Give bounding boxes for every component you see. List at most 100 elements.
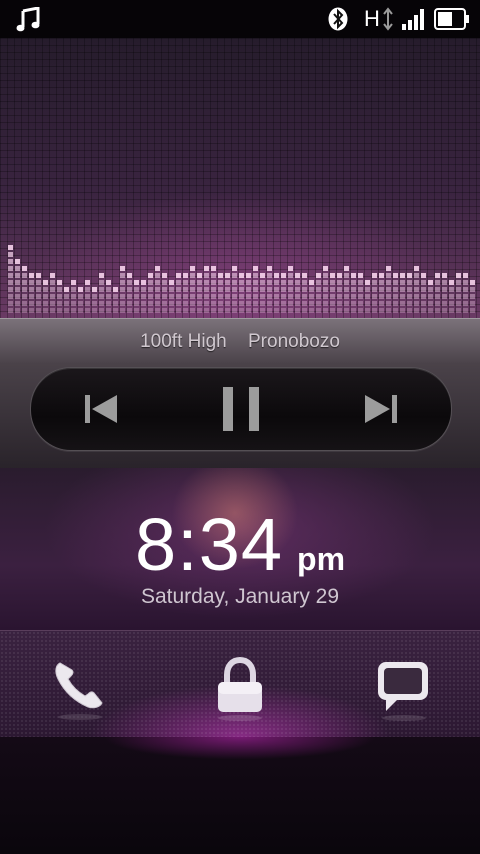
equalizer-dot xyxy=(50,273,55,278)
equalizer-dot xyxy=(8,252,13,257)
equalizer-dot xyxy=(239,294,244,299)
equalizer-dot xyxy=(323,280,328,285)
equalizer-dot xyxy=(239,301,244,306)
equalizer-dot xyxy=(435,301,440,306)
equalizer-dot xyxy=(169,301,174,306)
equalizer-dot xyxy=(421,294,426,299)
equalizer-dot xyxy=(281,301,286,306)
equalizer-dot xyxy=(197,308,202,313)
equalizer-dot xyxy=(400,294,405,299)
equalizer-dot xyxy=(211,294,216,299)
equalizer-dot xyxy=(71,301,76,306)
equalizer-dot xyxy=(134,308,139,313)
equalizer-dot xyxy=(295,294,300,299)
equalizer-dot xyxy=(267,266,272,271)
equalizer-dot xyxy=(218,287,223,292)
equalizer-dot xyxy=(337,301,342,306)
messaging-button[interactable] xyxy=(372,657,432,721)
equalizer-dot xyxy=(29,280,34,285)
equalizer-dot xyxy=(92,301,97,306)
equalizer-dot xyxy=(239,308,244,313)
equalizer-dot xyxy=(435,294,440,299)
pause-button[interactable] xyxy=(217,385,265,433)
equalizer-dot xyxy=(323,287,328,292)
equalizer-dot xyxy=(155,308,160,313)
equalizer-dot xyxy=(246,273,251,278)
next-track-button[interactable] xyxy=(357,385,405,433)
equalizer-dot xyxy=(190,266,195,271)
equalizer-dot xyxy=(176,287,181,292)
equalizer-dot xyxy=(253,280,258,285)
equalizer-dot xyxy=(232,294,237,299)
equalizer-dot xyxy=(155,287,160,292)
album-art-background xyxy=(0,38,480,318)
equalizer-dot xyxy=(29,308,34,313)
equalizer-dot xyxy=(316,301,321,306)
equalizer-dot xyxy=(169,308,174,313)
equalizer-dot xyxy=(337,287,342,292)
equalizer-dot xyxy=(15,259,20,264)
equalizer-dot xyxy=(330,301,335,306)
equalizer-dot xyxy=(57,294,62,299)
equalizer-dot xyxy=(414,273,419,278)
equalizer-dot xyxy=(162,308,167,313)
equalizer-dot xyxy=(267,301,272,306)
equalizer-dot xyxy=(253,308,258,313)
equalizer-dot xyxy=(50,280,55,285)
equalizer-dot xyxy=(267,280,272,285)
equalizer-dot xyxy=(400,308,405,313)
equalizer-dot xyxy=(358,294,363,299)
equalizer-dot xyxy=(8,301,13,306)
equalizer-dot xyxy=(260,287,265,292)
equalizer-dot xyxy=(246,287,251,292)
clock-time: 8:34 xyxy=(134,503,284,586)
equalizer-dot xyxy=(351,273,356,278)
equalizer-dot xyxy=(288,287,293,292)
now-playing-info: 100ft High Pronobozo xyxy=(0,331,480,353)
equalizer-dot xyxy=(92,294,97,299)
equalizer-dot xyxy=(141,308,146,313)
equalizer-dot xyxy=(421,273,426,278)
phone-button[interactable] xyxy=(50,657,110,721)
equalizer-dot xyxy=(414,280,419,285)
equalizer-dot xyxy=(183,287,188,292)
equalizer-dot xyxy=(211,301,216,306)
equalizer-dot xyxy=(15,301,20,306)
equalizer-dot xyxy=(449,280,454,285)
equalizer-dot xyxy=(141,301,146,306)
unlock-button[interactable] xyxy=(210,657,270,721)
equalizer-dot xyxy=(274,294,279,299)
equalizer-dot xyxy=(358,301,363,306)
equalizer-dot xyxy=(302,280,307,285)
equalizer-dot xyxy=(204,287,209,292)
equalizer-dot xyxy=(127,273,132,278)
equalizer-dot xyxy=(8,287,13,292)
equalizer-dot xyxy=(36,280,41,285)
music-note-icon xyxy=(16,7,40,32)
equalizer-dot xyxy=(71,308,76,313)
hspa-data-icon: H xyxy=(364,6,394,32)
equalizer-dot xyxy=(428,308,433,313)
equalizer-dot xyxy=(22,301,27,306)
equalizer-dot xyxy=(365,301,370,306)
equalizer-dot xyxy=(288,294,293,299)
equalizer-dot xyxy=(176,308,181,313)
equalizer-dot xyxy=(218,273,223,278)
previous-track-button[interactable] xyxy=(77,385,125,433)
equalizer-dot xyxy=(344,294,349,299)
equalizer-dot xyxy=(316,294,321,299)
equalizer-dot xyxy=(267,287,272,292)
equalizer-dot xyxy=(428,301,433,306)
equalizer-dot xyxy=(442,273,447,278)
equalizer-dot xyxy=(470,294,475,299)
equalizer-dot xyxy=(183,301,188,306)
next-track-icon xyxy=(365,395,397,423)
equalizer-dot xyxy=(127,308,132,313)
equalizer-dot xyxy=(8,245,13,250)
equalizer-dot xyxy=(211,266,216,271)
equalizer-dot xyxy=(85,308,90,313)
equalizer-dot xyxy=(330,287,335,292)
equalizer-dot xyxy=(386,294,391,299)
equalizer-dot xyxy=(239,273,244,278)
equalizer-dot xyxy=(253,301,258,306)
